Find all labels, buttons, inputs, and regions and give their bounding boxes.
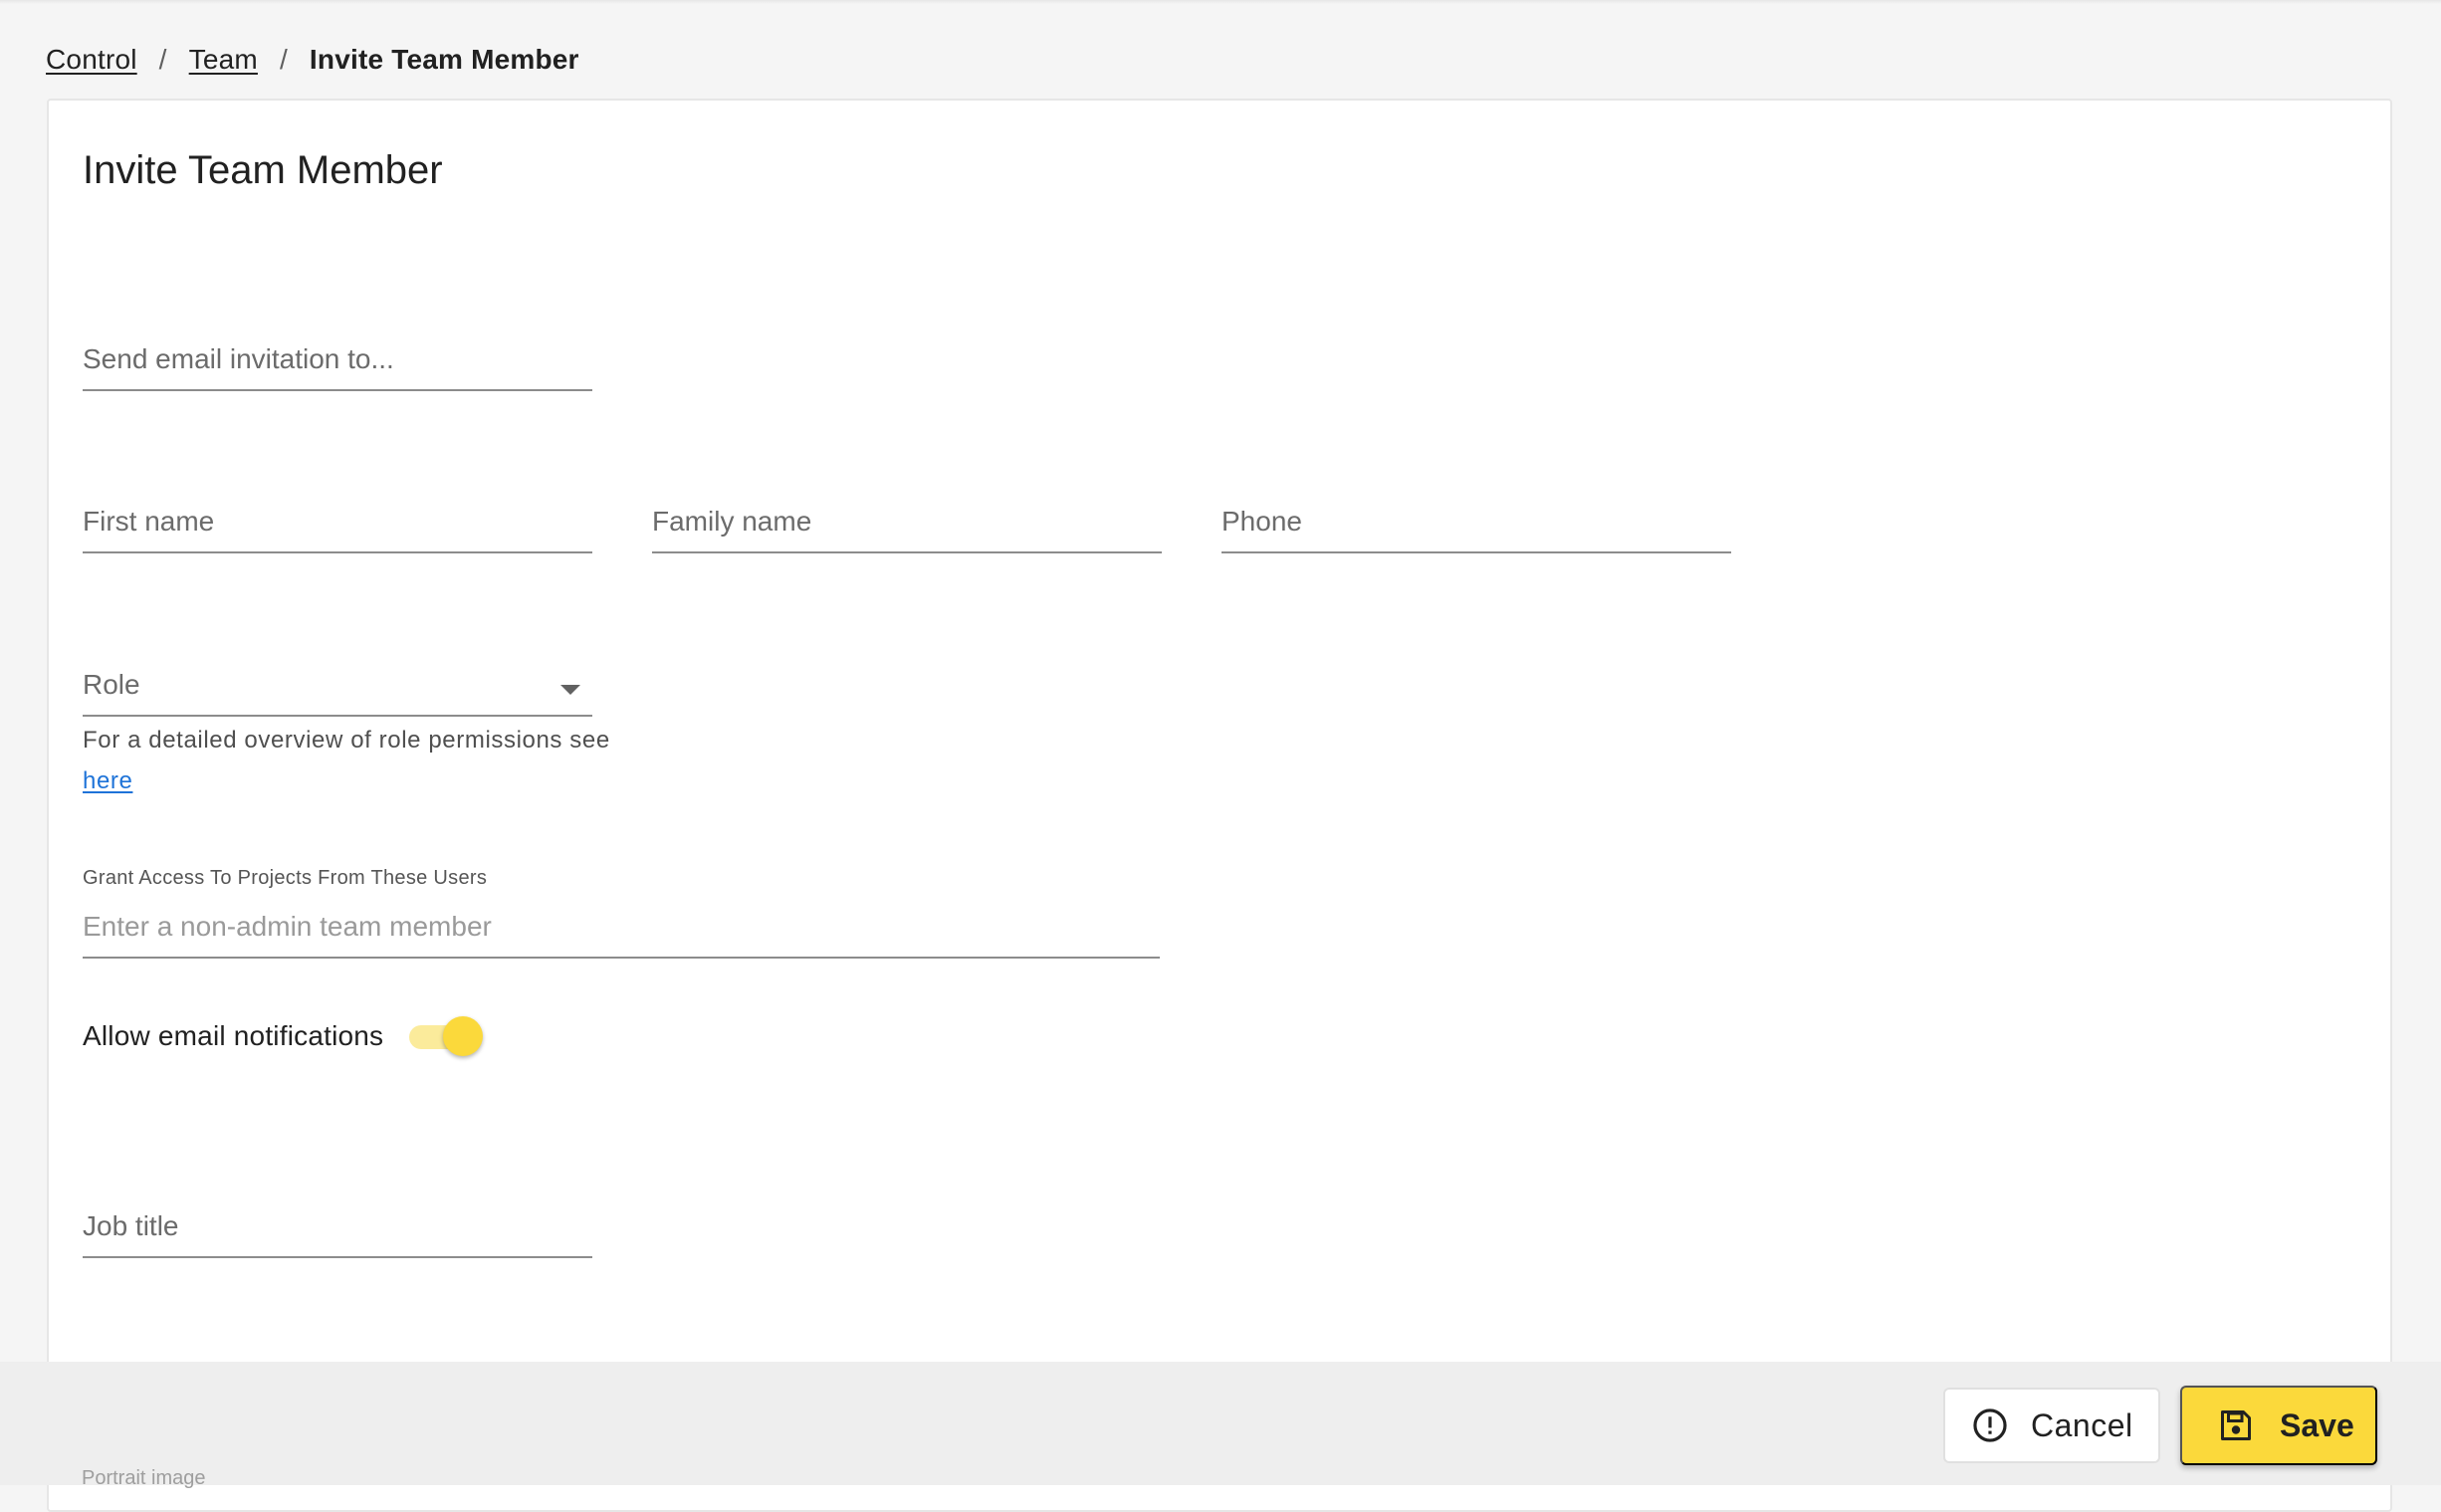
email-notifications-label: Allow email notifications (83, 1020, 384, 1051)
alert-circle-icon (1971, 1406, 2009, 1444)
phone-field-container (1221, 492, 1731, 553)
role-select-label: Role (83, 669, 140, 700)
grant-access-field-container (83, 897, 1160, 959)
first-name-field-container (83, 492, 592, 553)
email-notifications-toggle[interactable] (409, 1016, 484, 1056)
grant-access-label: Grant Access To Projects From These User… (83, 867, 488, 889)
job-title-field[interactable] (83, 1196, 592, 1256)
breadcrumb-current: Invite Team Member (309, 44, 579, 75)
family-name-field-container (652, 492, 1162, 553)
breadcrumb-separator: / (279, 44, 288, 75)
grant-access-input[interactable] (83, 897, 1160, 957)
floppy-disk-icon (2218, 1407, 2254, 1443)
role-help-text: For a detailed overview of role permissi… (83, 720, 620, 801)
page-title: Invite Team Member (83, 148, 443, 192)
role-help-prefix: For a detailed overview of role permissi… (83, 727, 610, 754)
email-field-container (83, 329, 592, 391)
invite-form-card: Invite Team Member Role For a detailed o… (47, 99, 2392, 1512)
chevron-down-icon (560, 685, 580, 695)
save-button[interactable]: Save (2180, 1386, 2377, 1465)
cancel-button[interactable]: Cancel (1943, 1388, 2160, 1463)
save-button-label: Save (2280, 1406, 2354, 1443)
breadcrumb-link-team[interactable]: Team (189, 44, 258, 76)
breadcrumb-separator: / (158, 44, 167, 75)
first-name-field[interactable] (83, 492, 592, 551)
toggle-thumb (443, 1016, 484, 1056)
email-notifications-row: Allow email notifications (83, 1006, 484, 1066)
portrait-image-label: Portrait image (82, 1467, 206, 1489)
role-select[interactable]: Role (83, 655, 592, 717)
phone-field[interactable] (1221, 492, 1731, 551)
top-edge-shadow (0, 0, 2441, 4)
breadcrumb: Control / Team / Invite Team Member (46, 40, 579, 80)
family-name-field[interactable] (652, 492, 1162, 551)
cancel-button-label: Cancel (2031, 1406, 2133, 1443)
breadcrumb-link-control[interactable]: Control (46, 44, 137, 76)
role-permissions-link[interactable]: here (83, 767, 132, 794)
email-field[interactable] (83, 329, 592, 389)
job-title-field-container (83, 1196, 592, 1258)
